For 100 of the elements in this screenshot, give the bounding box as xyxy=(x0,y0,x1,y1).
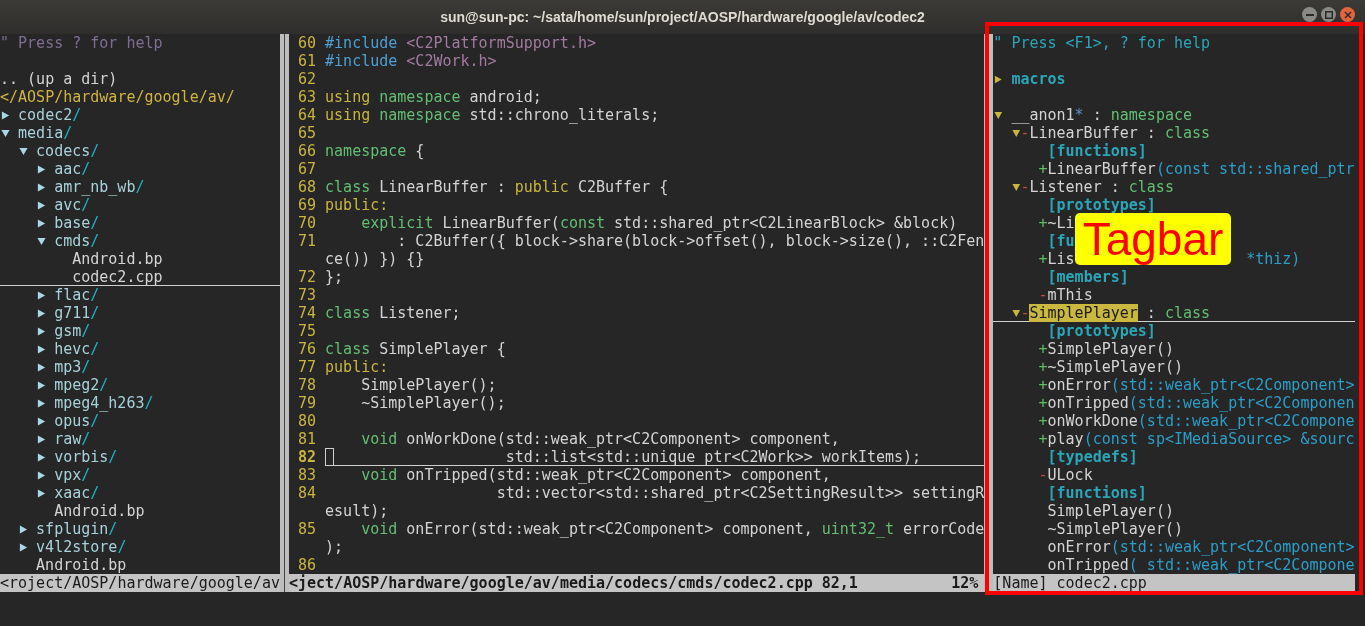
caret-icon[interactable] xyxy=(1011,182,1021,192)
signature-fragment: *thiz) xyxy=(1246,250,1301,268)
cursor-position: 82,1 xyxy=(821,574,858,592)
caret-icon[interactable] xyxy=(36,470,46,480)
maximize-button[interactable] xyxy=(1321,7,1336,22)
caret-icon[interactable] xyxy=(1011,128,1021,138)
caret-icon[interactable] xyxy=(18,542,28,552)
folder-name[interactable]: cmds/ xyxy=(54,232,100,250)
group-label: [prototypes] xyxy=(1047,196,1156,214)
folder-name[interactable]: aac/ xyxy=(54,160,91,178)
member-entry[interactable]: +~Li xyxy=(1038,214,1075,232)
caret-icon[interactable] xyxy=(36,452,46,462)
file-name[interactable]: Android.bp xyxy=(36,556,127,574)
folder-name[interactable]: sfplugin/ xyxy=(36,520,118,538)
folder-name[interactable]: raw/ xyxy=(54,430,91,448)
member-entry[interactable]: -ULock xyxy=(1038,466,1093,484)
folder-name[interactable]: opus/ xyxy=(54,412,100,430)
member-entry[interactable]: +onTripped(std::weak_ptr<C2Componen xyxy=(1038,394,1355,412)
caret-icon[interactable] xyxy=(36,398,46,408)
folder-name[interactable]: vpx/ xyxy=(54,466,91,484)
folder-name[interactable]: hevc/ xyxy=(54,340,100,358)
caret-icon[interactable] xyxy=(36,416,46,426)
folder-name[interactable]: mp3/ xyxy=(54,358,91,376)
folder-name[interactable]: vorbis/ xyxy=(54,448,118,466)
root-path: </AOSP/hardware/google/av/ xyxy=(0,88,235,106)
caret-icon[interactable] xyxy=(36,200,46,210)
folder-name[interactable]: amr_nb_wb/ xyxy=(54,178,145,196)
caret-icon[interactable] xyxy=(18,524,28,534)
line-number: 84 xyxy=(297,484,317,504)
close-icon xyxy=(1343,10,1352,19)
folder-name[interactable]: xaac/ xyxy=(54,484,100,502)
folder-name[interactable]: g711/ xyxy=(54,304,100,322)
tag-entry[interactable]: macros xyxy=(1002,70,1066,88)
group-label: [members] xyxy=(1047,268,1129,286)
folder-name[interactable]: base/ xyxy=(54,214,100,232)
caret-icon[interactable] xyxy=(36,362,46,372)
line-number: 81 xyxy=(297,430,317,448)
member-entry[interactable]: +SimplePlayer() xyxy=(1038,340,1174,358)
code-line: using namespace std::chrono_literals; xyxy=(325,106,661,124)
code-line: : C2Buffer({ block->share(block->offset(), block->size(), ::C2Fence()) }) {} xyxy=(325,232,985,268)
caret-icon[interactable] xyxy=(36,218,46,228)
folder-name[interactable]: gsm/ xyxy=(54,322,91,340)
caret-icon[interactable] xyxy=(18,146,28,156)
member-entry[interactable]: +~SimplePlayer() xyxy=(1038,358,1183,376)
file-name[interactable]: Android.bp xyxy=(72,250,163,268)
folder-name[interactable]: mpeg4_h263/ xyxy=(54,394,154,412)
group-label: [fu xyxy=(1047,232,1075,250)
member-entry[interactable]: +onWorkDone(std::weak_ptr<C2Compone xyxy=(1038,412,1355,430)
close-button[interactable] xyxy=(1340,7,1355,22)
code-line: void onTripped(std::weak_ptr<C2Component> component, xyxy=(360,466,832,484)
file-name[interactable]: Android.bp xyxy=(54,502,145,520)
caret-icon[interactable] xyxy=(0,128,10,138)
caret-icon[interactable] xyxy=(1011,308,1021,318)
caret-icon[interactable] xyxy=(36,182,46,192)
folder-name[interactable]: codecs/ xyxy=(36,142,100,160)
tag-entry[interactable]: -Listener : class xyxy=(1020,178,1174,196)
code-line: }; xyxy=(325,268,345,286)
folder-name[interactable]: mpeg2/ xyxy=(54,376,109,394)
caret-icon[interactable] xyxy=(993,74,1003,84)
line-number: 63 xyxy=(297,88,317,106)
code-line: class LinearBuffer : public C2Buffer { xyxy=(325,178,670,196)
member-entry[interactable]: onError(std::weak_ptr<C2Component> xyxy=(1038,538,1355,556)
member-entry[interactable]: +Lis xyxy=(1038,250,1075,268)
folder-name[interactable]: codec2/ xyxy=(18,106,82,124)
folder-name[interactable]: v4l2store/ xyxy=(36,538,127,556)
parent-dir-link[interactable]: .. (up a dir) xyxy=(0,70,118,88)
line-number: 71 xyxy=(297,232,317,252)
member-entry[interactable]: -mThis xyxy=(1038,286,1093,304)
minimize-button[interactable] xyxy=(1302,7,1317,22)
line-number: 76 xyxy=(297,340,317,358)
caret-icon[interactable] xyxy=(36,308,46,318)
line-number: 73 xyxy=(297,286,317,304)
caret-icon[interactable] xyxy=(993,110,1003,120)
caret-icon[interactable] xyxy=(36,290,46,300)
caret-icon[interactable] xyxy=(36,164,46,174)
tag-entry[interactable]: __anon1* : namespace xyxy=(1002,106,1192,124)
code-line: public: xyxy=(325,196,390,214)
caret-icon[interactable] xyxy=(0,110,10,120)
folder-name[interactable]: flac/ xyxy=(54,286,100,304)
member-entry[interactable]: ~SimplePlayer() xyxy=(1038,520,1183,538)
line-number: 77 xyxy=(297,358,317,376)
folder-name[interactable]: media/ xyxy=(18,124,73,142)
line-number: 75 xyxy=(297,322,317,340)
code-line: #include <C2Work.h> xyxy=(325,52,498,70)
member-entry[interactable]: +play(const sp<IMediaSource> &sourc xyxy=(1038,430,1355,448)
caret-icon[interactable] xyxy=(36,380,46,390)
file-name[interactable]: codec2.cpp xyxy=(72,268,163,286)
caret-icon[interactable] xyxy=(36,488,46,498)
caret-icon[interactable] xyxy=(36,326,46,336)
caret-icon[interactable] xyxy=(36,344,46,354)
member-entry[interactable]: +LinearBuffer(const std::shared_ptr xyxy=(1038,160,1355,178)
caret-icon[interactable] xyxy=(36,236,46,246)
member-entry[interactable]: SimplePlayer() xyxy=(1038,502,1174,520)
member-entry[interactable]: onTripped( std::weak_ptr<C2Compone xyxy=(1038,556,1355,574)
member-entry[interactable]: +onError(std::weak_ptr<C2Component> xyxy=(1038,376,1355,394)
folder-name[interactable]: avc/ xyxy=(54,196,91,214)
tag-entry[interactable]: -LinearBuffer : class xyxy=(1020,124,1211,142)
status-path: <ject/AOSP/hardware/google/av/media/codecs/cmds/codec2.cpp xyxy=(288,574,813,592)
caret-icon[interactable] xyxy=(36,434,46,444)
line-number: 68 xyxy=(297,178,317,196)
